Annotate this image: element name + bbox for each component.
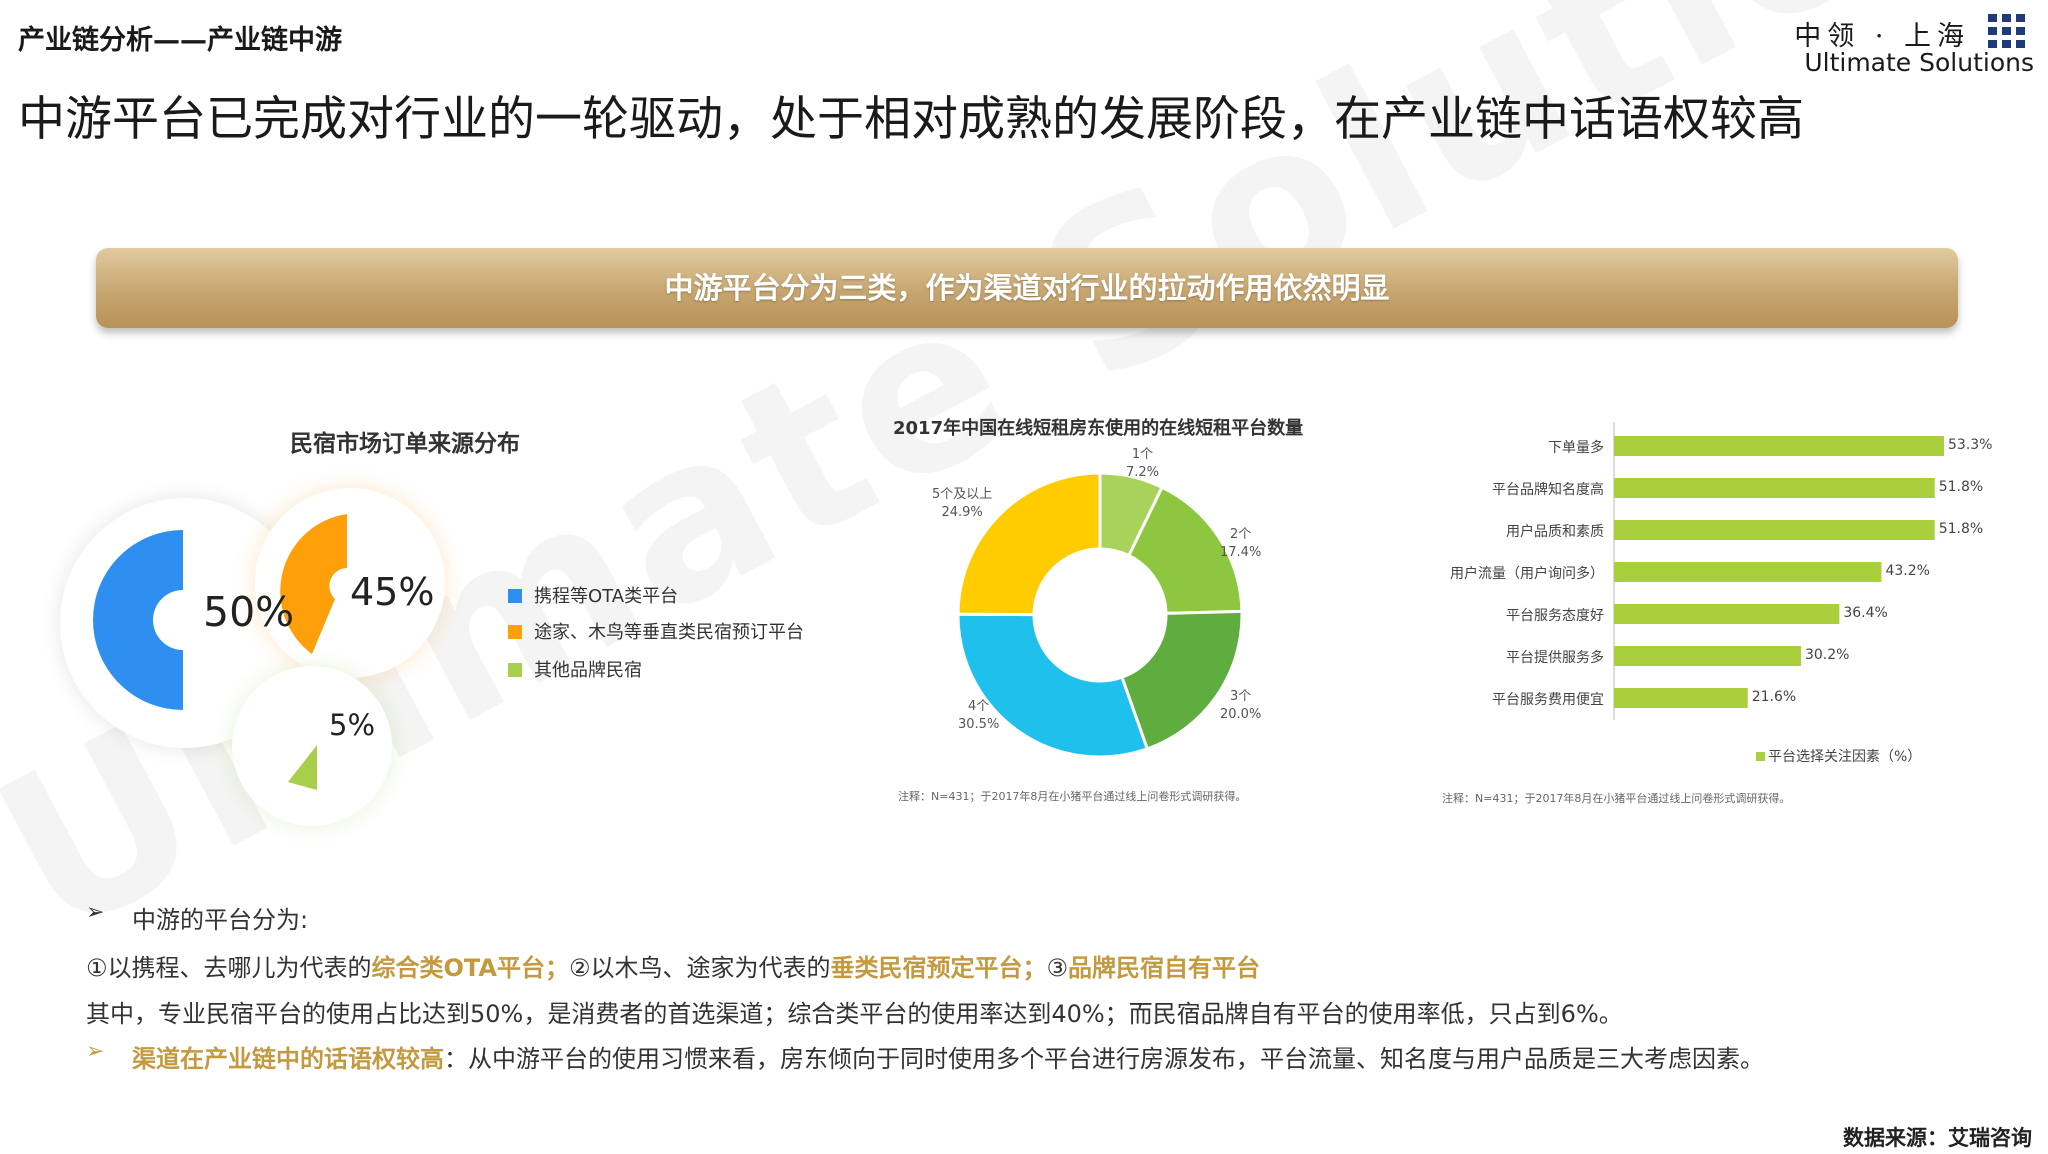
pie-legend-label: 其他品牌民宿 — [534, 660, 642, 681]
platform-text-part: ②以木鸟、途家为代表的 — [569, 954, 831, 982]
bar-chart — [1613, 422, 1944, 720]
usage-share-line: 其中，专业民宿平台的使用占比达到50%，是消费者的首选渠道；综合类平台的使用率达… — [86, 1000, 1623, 1028]
pie-legend-item: 途家、木鸟等垂直类民宿预订平台 — [508, 618, 804, 644]
pie-value-vertical: 45% — [350, 570, 435, 614]
channel-power-highlight: 渠道在产业链中的话语权较高 — [132, 1045, 444, 1073]
platform-highlight-vertical: 垂类民宿预定平台； — [830, 954, 1047, 982]
platform-text-part: ③ — [1046, 954, 1069, 982]
bar-1 — [1614, 436, 1944, 456]
donut-label-3: 3个 20.0% — [1220, 688, 1261, 724]
bar-value-label: 51.8% — [1938, 521, 1984, 537]
donut-label-category: 1个 — [1131, 447, 1154, 462]
bar-legend: 平台选择关注因素（%） — [1756, 746, 1921, 766]
pie-legend-item: 其他品牌民宿 — [508, 656, 642, 682]
bar-3 — [1614, 520, 1935, 540]
donut-chart-title: 2017年中国在线短租房东使用的在线短租平台数量 — [893, 418, 1304, 439]
donut-label-category: 5个及以上 — [932, 487, 993, 502]
platform-highlight-ota: 综合类OTA平台； — [371, 954, 569, 982]
bar-value-label: 51.8% — [1938, 479, 1984, 495]
bar-value-label: 43.2% — [1885, 563, 1930, 579]
platform-text-part: ①以携程、去哪儿为代表的 — [86, 954, 372, 982]
donut-label-1: 1个 7.2% — [1126, 446, 1159, 482]
platform-types-line: ①以携程、去哪儿为代表的综合类OTA平台；②以木鸟、途家为代表的垂类民宿预定平台… — [86, 948, 1260, 983]
bar-note: 注释：N=431；于2017年8月在小猪平台通过线上问卷形式调研获得。 — [1442, 792, 1791, 805]
donut-label-category: 4个 — [968, 699, 990, 714]
bar-value-label: 21.6% — [1751, 689, 1797, 705]
bar-4 — [1614, 562, 1882, 582]
pie-value-other: 5% — [329, 708, 376, 742]
bar-category-label: 平台服务费用便宜 — [1492, 692, 1604, 708]
pie-wedge-ota — [93, 530, 183, 710]
pie-legend-label: 携程等OTA类平台 — [534, 586, 679, 607]
donut-label-value: 24.9% — [941, 505, 983, 520]
bar-category-label: 平台提供服务多 — [1506, 650, 1604, 666]
bar-legend-swatch — [1756, 752, 1765, 761]
bar-5 — [1614, 604, 1840, 624]
donut-label-2: 2个 17.4% — [1220, 526, 1261, 562]
bar-6 — [1614, 646, 1801, 666]
bar-value-label: 30.2% — [1804, 647, 1850, 663]
bar-category-label: 平台品牌知名度高 — [1492, 482, 1604, 498]
bar-value-label: 53.3% — [1948, 437, 1993, 453]
donut-label-value: 17.4% — [1220, 545, 1262, 560]
donut-label-value: 20.0% — [1220, 707, 1262, 722]
pie-value-ota: 50% — [203, 588, 295, 636]
donut-label-value: 30.5% — [958, 717, 1000, 732]
bar-category-label: 用户流量（用户询问多） — [1450, 566, 1604, 582]
data-source: 数据来源：艾瑞咨询 — [1843, 1126, 2032, 1150]
bullet-arrow-icon-gold: ➢ — [86, 1039, 105, 1064]
legend-swatch-blue — [508, 589, 522, 603]
bar-category-label: 平台服务态度好 — [1506, 608, 1604, 624]
pie-legend-label: 途家、木鸟等垂直类民宿预订平台 — [534, 622, 804, 643]
bar-7 — [1614, 688, 1748, 708]
bar-category-label: 用户品质和素质 — [1506, 524, 1604, 540]
bar-legend-label: 平台选择关注因素（%） — [1768, 749, 1922, 765]
bar-value-label: 36.4% — [1843, 605, 1888, 621]
donut-label-category: 3个 — [1230, 689, 1252, 704]
legend-swatch-green — [508, 663, 522, 677]
platform-highlight-brand: 品牌民宿自有平台 — [1068, 954, 1261, 982]
donut-label-5: 5个及以上 24.9% — [932, 486, 992, 522]
donut-slice-4 — [956, 612, 1150, 759]
legend-swatch-orange — [508, 625, 522, 639]
bullet-text-1: 中游的平台分为: — [132, 906, 309, 934]
donut-label-category: 2个 — [1230, 527, 1252, 542]
pie-legend-item: 携程等OTA类平台 — [508, 582, 678, 608]
pie-wedge-other — [288, 745, 317, 790]
donut-label-4: 4个 30.5% — [958, 698, 999, 734]
bar-2 — [1614, 478, 1935, 498]
channel-power-text: ：从中游平台的使用习惯来看，房东倾向于同时使用多个平台进行房源发布，平台流量、知… — [444, 1045, 1764, 1073]
donut-label-value: 7.2% — [1126, 465, 1160, 480]
bar-category-label: 下单量多 — [1548, 440, 1604, 456]
channel-power-line: 渠道在产业链中的话语权较高：从中游平台的使用习惯来看，房东倾向于同时使用多个平台… — [132, 1039, 1764, 1074]
donut-note: 注释：N=431；于2017年8月在小猪平台通过线上问卷形式调研获得。 — [898, 790, 1247, 803]
bullet-arrow-icon: ➢ — [86, 900, 105, 925]
